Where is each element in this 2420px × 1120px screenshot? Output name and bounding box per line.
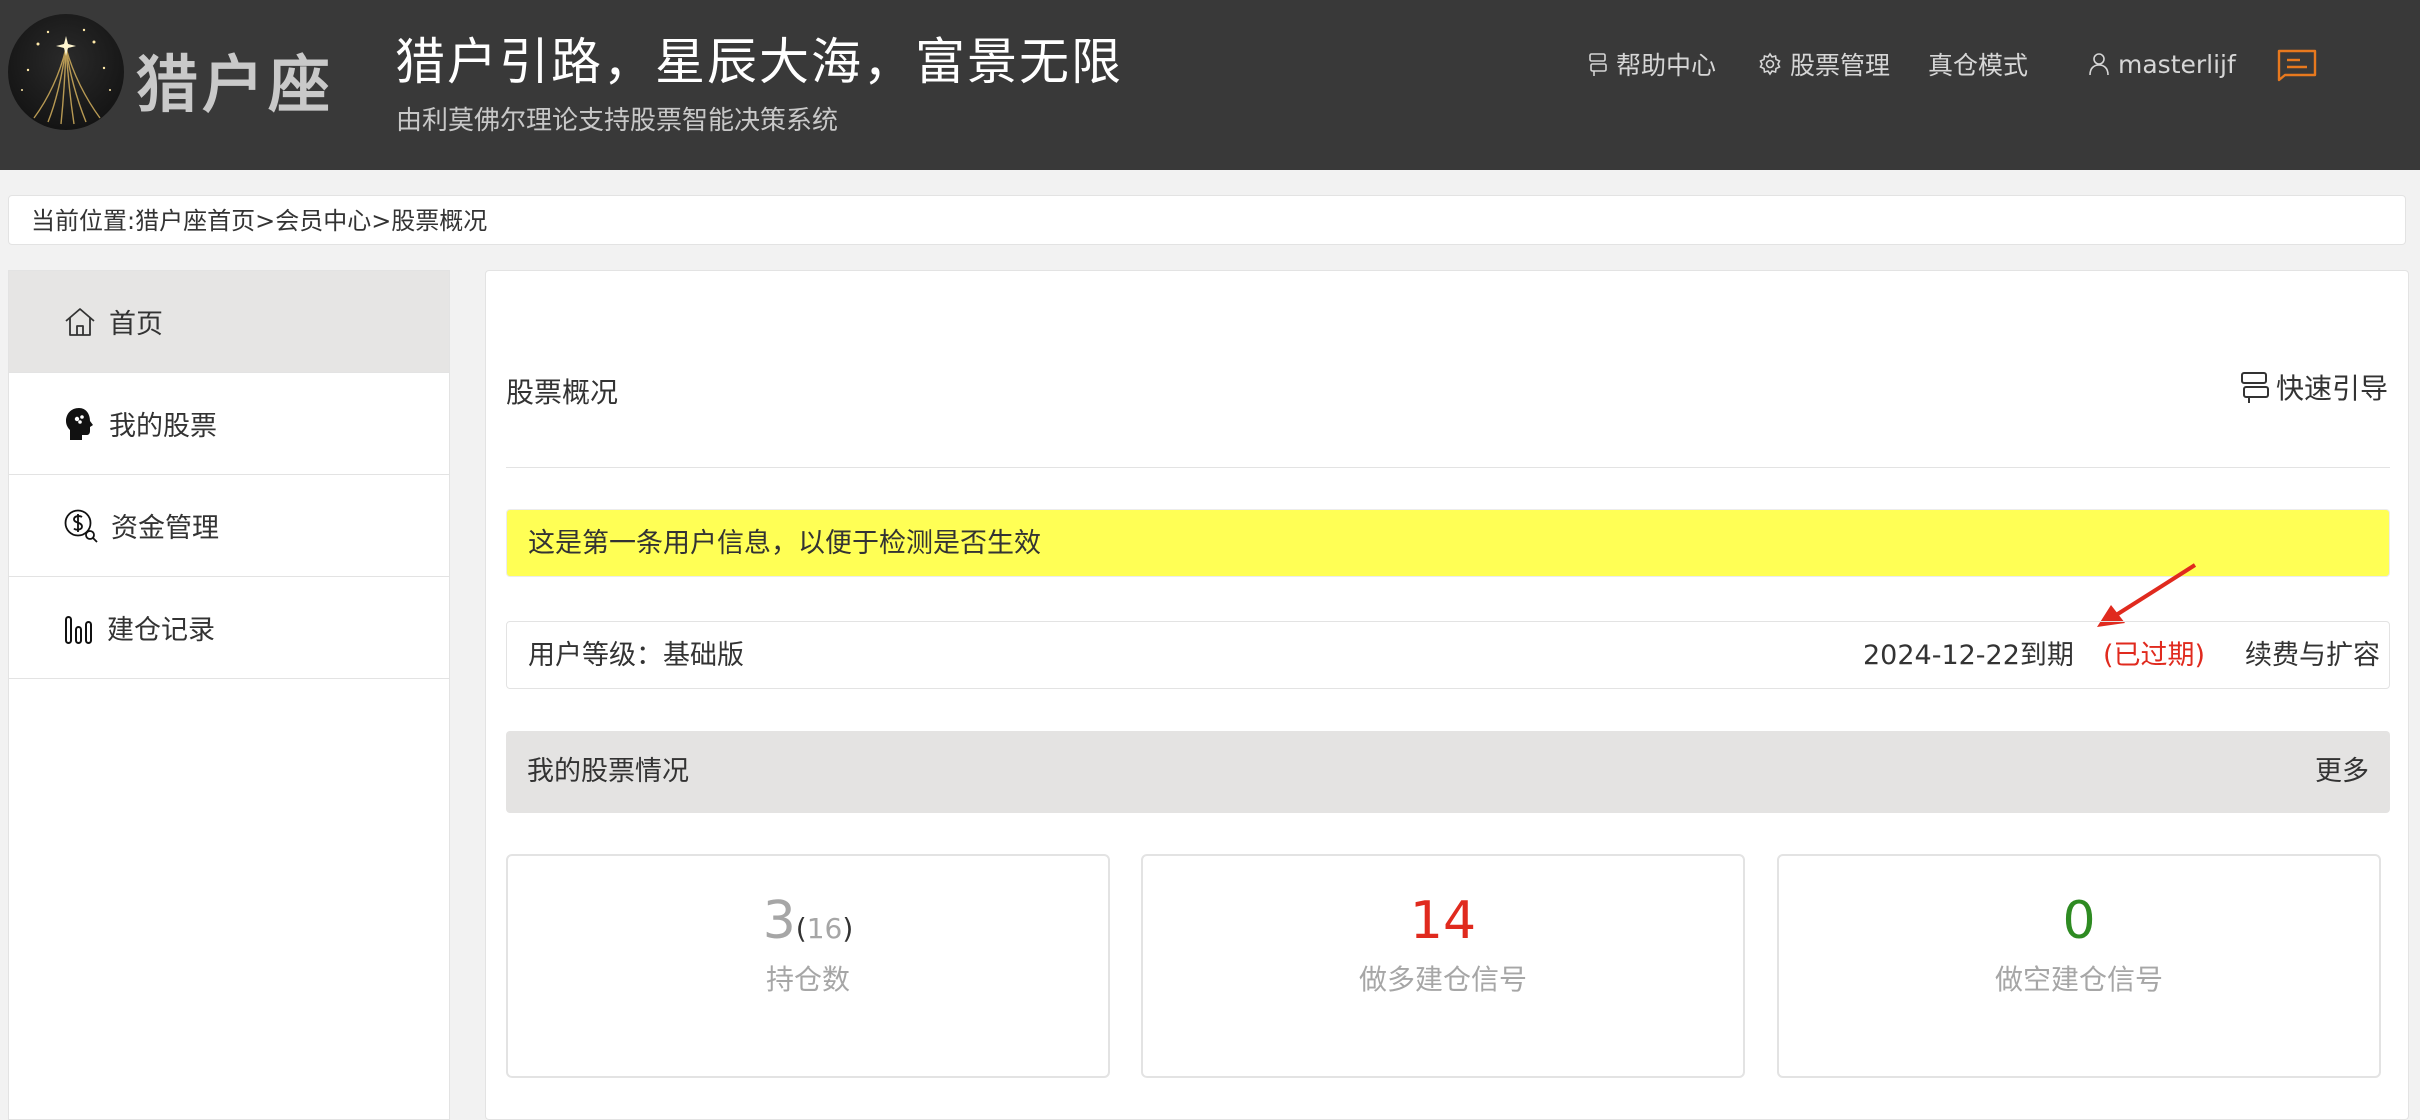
card-label: 持仓数 — [765, 963, 850, 996]
money-search-icon — [64, 509, 98, 543]
site-subslogan: 由利莫佛尔理论支持股票智能决策系统 — [396, 106, 839, 136]
nav-real-mode[interactable]: 真仓模式 — [1928, 44, 2028, 84]
stock-section-header: 我的股票情况 更多 — [506, 731, 2390, 813]
signpost-icon — [1589, 53, 1607, 76]
short-signal-card[interactable]: 0 做空建仓信号 — [1777, 854, 2381, 1078]
card-label: 做多建仓信号 — [1358, 963, 1527, 996]
logo-text[interactable]: 猎户座 — [136, 34, 334, 124]
sidebar: 首页 我的股票 资金管理 建仓记录 — [8, 270, 450, 1120]
message-icon[interactable] — [2276, 48, 2318, 86]
positions-count: 3(16) — [762, 891, 854, 951]
expired-status: (已过期) — [2103, 640, 2206, 671]
stock-section-title: 我的股票情况 — [527, 756, 689, 787]
user-level-label: 用户等级：基础版 — [528, 640, 744, 671]
positions-card[interactable]: 3(16) 持仓数 — [506, 854, 1110, 1078]
sidebar-item-label: 资金管理 — [111, 513, 219, 544]
head-brain-icon — [66, 407, 93, 440]
nav-stocks-label: 股票管理 — [1790, 51, 1891, 80]
renew-link[interactable]: 续费与扩容 — [2245, 622, 2380, 690]
page-title: 股票概况 — [506, 376, 619, 409]
card-label: 做空建仓信号 — [1994, 963, 2163, 996]
sidebar-item-records[interactable]: 建仓记录 — [9, 577, 449, 679]
long-signal-card[interactable]: 14 做多建仓信号 — [1141, 854, 1745, 1078]
nav-user[interactable]: masterlijf — [2088, 44, 2236, 84]
short-signal-count: 0 — [2062, 891, 2096, 951]
sidebar-item-funds[interactable]: 资金管理 — [9, 475, 449, 577]
sidebar-item-label: 建仓记录 — [107, 615, 215, 646]
bar-chart-icon — [65, 615, 92, 644]
signpost-icon — [2240, 372, 2269, 403]
home-icon — [65, 307, 95, 336]
divider — [506, 467, 2390, 468]
top-header: 猎户座 猎户引路，星辰大海，富景无限 由利莫佛尔理论支持股票智能决策系统 帮助中… — [0, 0, 2420, 170]
gear-icon — [1759, 52, 1781, 76]
sidebar-item-my-stocks[interactable]: 我的股票 — [9, 373, 449, 475]
username: masterlijf — [2118, 49, 2236, 79]
logo-icon[interactable] — [8, 14, 124, 130]
user-level-bar: 用户等级：基础版 2024-12-22到期 (已过期) 续费与扩容 — [506, 621, 2390, 689]
sidebar-item-home[interactable]: 首页 — [9, 271, 449, 373]
quick-guide-button[interactable]: 快速引导 — [2240, 367, 2388, 407]
nav-help[interactable]: 帮助中心 — [1588, 44, 1716, 84]
long-signal-count: 14 — [1409, 891, 1477, 951]
nav-stocks[interactable]: 股票管理 — [1758, 44, 1890, 84]
nav-real-mode-label: 真仓模式 — [1928, 51, 2029, 80]
more-link[interactable]: 更多 — [2315, 731, 2369, 813]
sidebar-item-label: 首页 — [109, 309, 163, 340]
expire-date: 2024-12-22到期 — [1863, 640, 2074, 671]
breadcrumb: 当前位置:猎户座首页>会员中心>股票概况 — [8, 195, 2406, 245]
site-slogan: 猎户引路，星辰大海，富景无限 — [395, 33, 1123, 91]
quick-guide-label: 快速引导 — [2275, 372, 2388, 405]
main-panel: 股票概况 快速引导 这是第一条用户信息，以便于检测是否生效 用户等级：基础版 2… — [485, 270, 2409, 1120]
positions-total: 16 — [806, 912, 843, 945]
user-icon — [2089, 53, 2109, 76]
sidebar-item-label: 我的股票 — [109, 411, 217, 442]
nav-help-label: 帮助中心 — [1616, 51, 1717, 80]
